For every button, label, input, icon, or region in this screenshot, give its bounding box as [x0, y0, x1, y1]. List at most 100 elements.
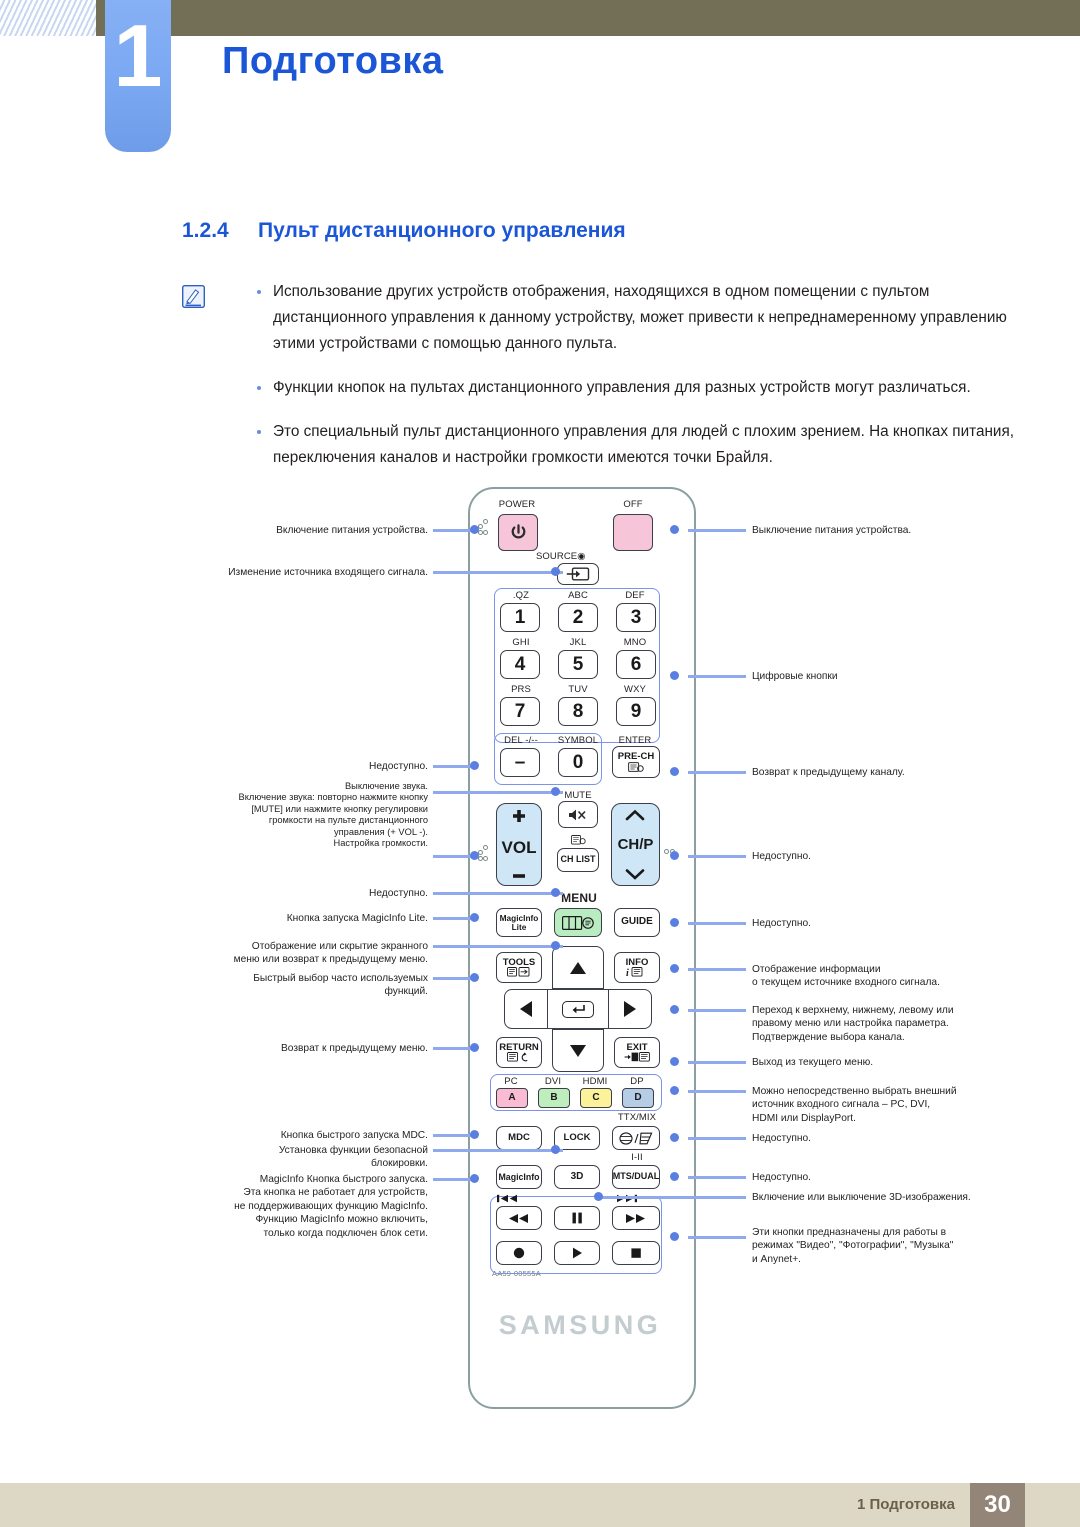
source-button[interactable] — [557, 563, 599, 585]
mute-button[interactable] — [558, 801, 598, 828]
key-2[interactable]: 2 — [558, 603, 598, 632]
play-button[interactable] — [554, 1241, 600, 1265]
lock-button[interactable]: LOCK — [554, 1126, 600, 1150]
leader-dot-left-3 — [470, 761, 479, 770]
color-button-c[interactable]: C — [580, 1088, 612, 1108]
color-button-a[interactable]: A — [496, 1088, 528, 1108]
leader-dot-left-4a — [551, 787, 560, 796]
ttx-mix-caption: TTX/MIX — [617, 1112, 657, 1123]
magicinfo-button[interactable]: MagicInfo — [496, 1165, 542, 1189]
key-9[interactable]: 9 — [616, 697, 656, 726]
volume-rocker[interactable]: VOL — [496, 803, 542, 886]
i-ii-caption: I-II — [631, 1152, 643, 1163]
section-number: 1.2.4 — [182, 219, 229, 242]
leader-dot-right-9 — [670, 1086, 679, 1095]
leader-dot-left-12 — [470, 1174, 479, 1183]
chevron-down-icon — [625, 869, 644, 880]
symbol-caption: SYMBOL — [557, 735, 599, 746]
leader-left-8 — [433, 977, 473, 980]
key-del[interactable]: – — [500, 748, 540, 777]
hdmi-caption: HDMI — [582, 1076, 608, 1087]
key-5[interactable]: 5 — [558, 650, 598, 679]
leader-right-13 — [688, 1236, 746, 1239]
off-caption: OFF — [623, 499, 643, 510]
key-7[interactable]: 7 — [500, 697, 540, 726]
ch-list-button[interactable]: CH LIST — [557, 848, 599, 872]
color-button-d[interactable]: D — [622, 1088, 654, 1108]
leader-right-11 — [688, 1176, 746, 1179]
annotation-right-color-buttons: Можно непосредственно выбрать внешний ис… — [752, 1086, 957, 1124]
annotation-right-info: Отображение информации о текущем источни… — [752, 964, 940, 989]
leader-dot-right-11 — [670, 1172, 679, 1181]
color-button-b[interactable]: B — [538, 1088, 570, 1108]
dpad-up-button[interactable] — [552, 946, 604, 989]
leader-dot-right-13 — [670, 1232, 679, 1241]
annotation-right-chp: Недоступно. — [752, 851, 812, 862]
note-pencil-icon — [182, 285, 205, 308]
record-button[interactable] — [496, 1241, 542, 1265]
dpad-left-button[interactable] — [504, 989, 548, 1029]
key-3[interactable]: 3 — [616, 603, 656, 632]
annotation-left-power: Включение питания устройства. — [276, 525, 428, 536]
source-caption-text: SOURCE — [536, 551, 578, 562]
tuv-caption: TUV — [568, 684, 588, 695]
pre-ch-button[interactable]: PRE-CH — [612, 746, 660, 778]
annotation-left-del: Недоступно. — [368, 761, 428, 772]
mts-dual-button[interactable]: MTS/DUAL — [612, 1165, 660, 1189]
guide-button[interactable]: GUIDE — [614, 908, 660, 937]
enter-caption: ENTER — [618, 735, 652, 746]
fast-forward-icon — [626, 1213, 645, 1223]
annotation-right-media: Эти кнопки предназначены для работы в ре… — [752, 1227, 954, 1265]
power-button[interactable] — [498, 514, 538, 551]
key-1[interactable]: 1 — [500, 603, 540, 632]
annotation-right-guide: Недоступно. — [752, 918, 812, 929]
leader-left-6 — [433, 917, 473, 920]
play-icon — [573, 1247, 582, 1259]
three-d-button[interactable]: 3D — [554, 1165, 600, 1189]
leader-dot-right-12 — [594, 1192, 603, 1201]
leader-right-6 — [688, 968, 746, 971]
prs-caption: PRS — [511, 684, 531, 695]
svg-text:i: i — [626, 968, 629, 977]
annotation-left-mute-vol: Выключение звука. Включение звука: повто… — [238, 781, 428, 849]
mdc-button[interactable]: MDC — [496, 1126, 542, 1150]
tools-button[interactable]: TOOLS — [496, 952, 542, 983]
key-4[interactable]: 4 — [500, 650, 540, 679]
leader-left-4b — [433, 855, 473, 858]
menu-button[interactable] — [554, 908, 602, 937]
return-button[interactable]: RETURN — [496, 1037, 542, 1068]
leader-dot-right-4 — [670, 851, 679, 860]
leader-dot-left-8 — [470, 973, 479, 982]
magicinfo-lite-button[interactable]: MagicInfo Lite — [496, 908, 542, 937]
annotation-right-prech: Возврат к предыдущему каналу. — [752, 767, 905, 778]
dpad-center-enter-button[interactable] — [548, 989, 608, 1029]
leader-dot-right-6 — [670, 964, 679, 973]
stop-icon — [631, 1248, 641, 1258]
minus-icon — [513, 874, 525, 878]
annotation-left-tools: Быстрый выбор часто используемых функций… — [253, 973, 428, 998]
exit-button[interactable]: EXIT — [614, 1037, 660, 1068]
key-6[interactable]: 6 — [616, 650, 656, 679]
pause-button[interactable] — [554, 1206, 600, 1230]
dp-caption: DP — [630, 1076, 644, 1087]
rewind-button[interactable] — [496, 1206, 542, 1230]
dpad-down-button[interactable] — [552, 1029, 604, 1072]
ttx-mix-icon — [619, 1131, 653, 1145]
fast-forward-button[interactable] — [612, 1206, 660, 1230]
source-indicator-icon: ◉ — [577, 551, 586, 562]
dpad-right-button[interactable] — [608, 989, 652, 1029]
leader-dot-left-11 — [551, 1145, 560, 1154]
annotation-right-dpad: Переход к верхнему, нижнему, левому или … — [752, 1005, 954, 1043]
ttx-mix-button[interactable] — [612, 1126, 660, 1150]
ghi-caption: GHI — [512, 637, 530, 648]
leader-left-4a — [433, 791, 563, 794]
channel-rocker[interactable]: CH/P — [611, 803, 660, 886]
key-0[interactable]: 0 — [558, 748, 598, 777]
leader-dot-right-2 — [670, 671, 679, 680]
key-8[interactable]: 8 — [558, 697, 598, 726]
leader-dot-right-7 — [670, 1005, 679, 1014]
stop-button[interactable] — [612, 1241, 660, 1265]
off-button[interactable] — [613, 514, 653, 551]
info-button[interactable]: INFO i — [614, 952, 660, 983]
ch-list-small-icon — [570, 835, 586, 845]
